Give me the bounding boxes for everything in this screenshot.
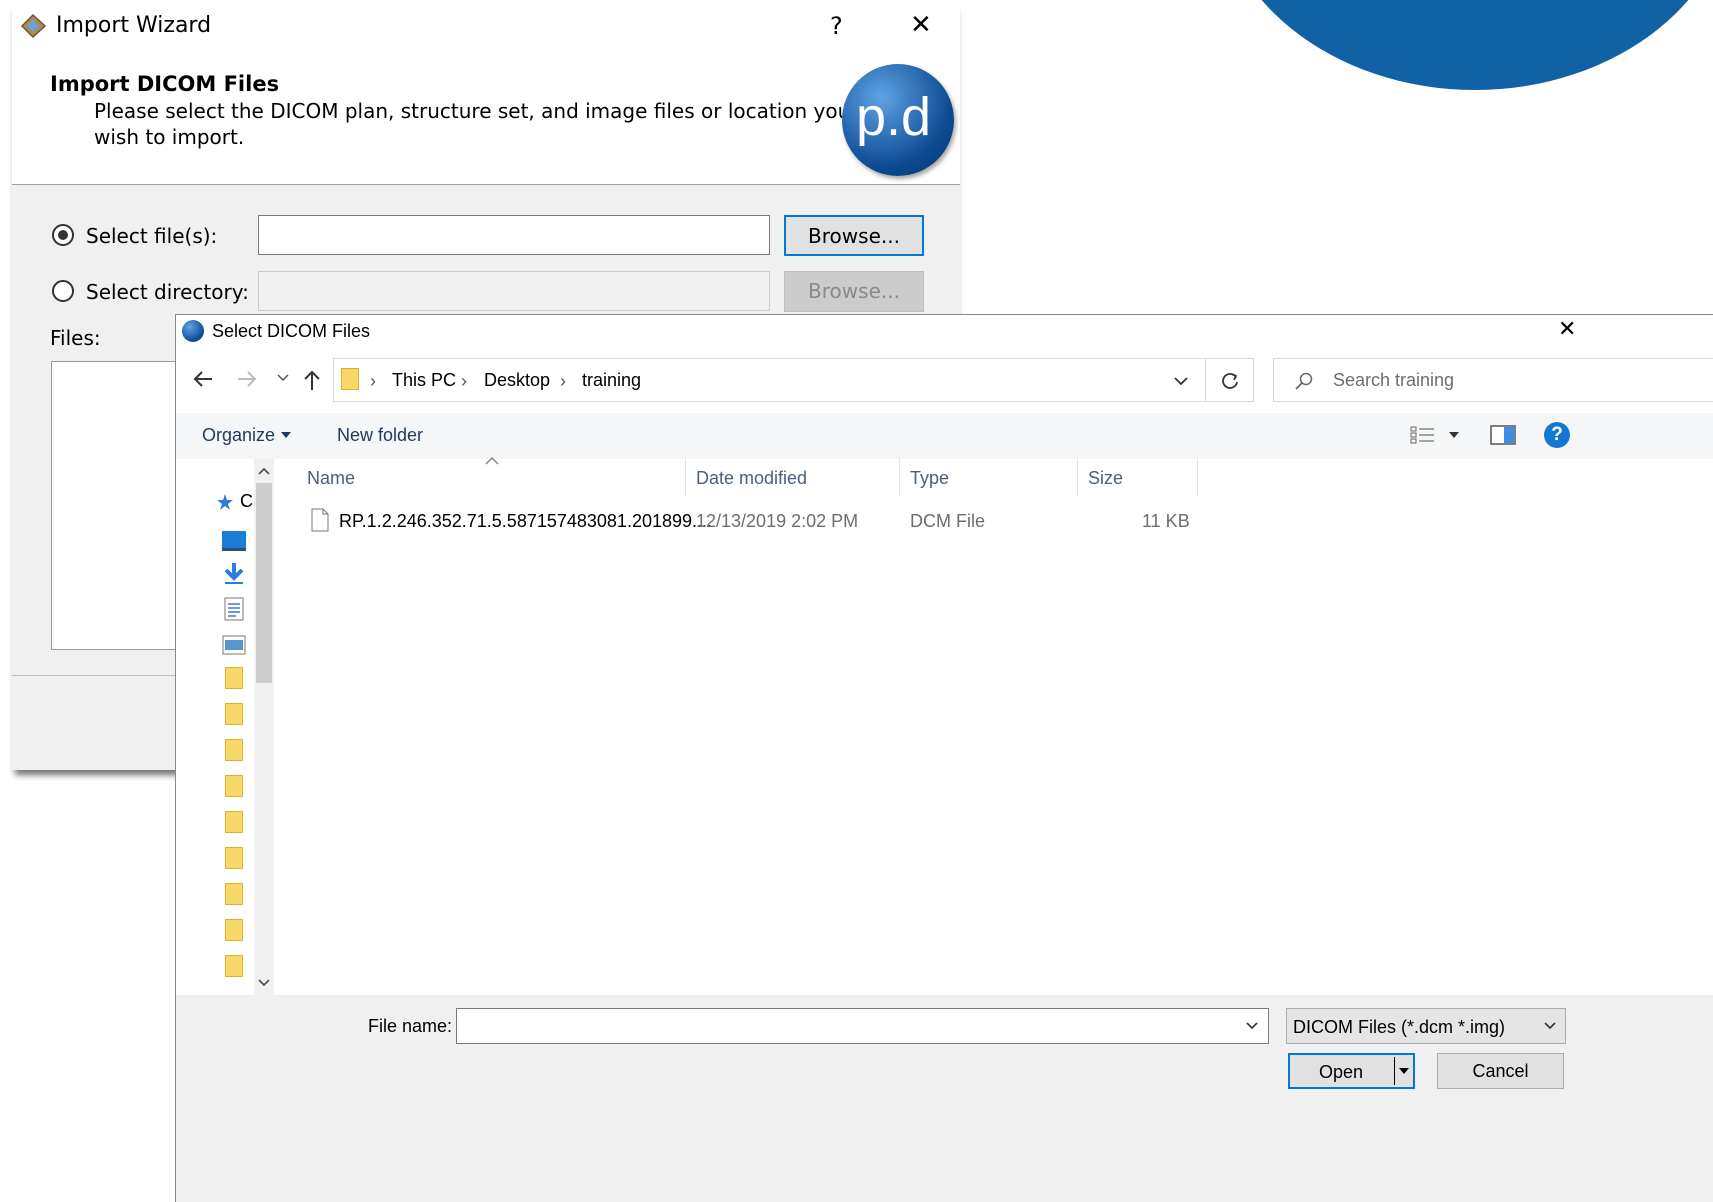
- folder-icon: [341, 368, 359, 390]
- address-bar[interactable]: › This PC › Desktop › training: [333, 358, 1254, 402]
- pictures-icon[interactable]: [222, 635, 246, 655]
- nav-scrollbar-thumb[interactable]: [256, 483, 272, 683]
- file-type-select[interactable]: DICOM Files (*.dcm *.img): [1286, 1008, 1566, 1044]
- view-options-icon[interactable]: [1410, 425, 1436, 445]
- new-folder-button[interactable]: New folder: [337, 425, 423, 446]
- table-row[interactable]: RP.1.2.246.352.71.5.587157483081.201899.…: [302, 503, 1198, 539]
- downloads-icon[interactable]: [222, 561, 246, 585]
- column-header-type[interactable]: Type: [910, 468, 949, 489]
- column-header-name[interactable]: Name: [307, 468, 355, 489]
- back-arrow-icon[interactable]: [192, 369, 214, 389]
- dropdown-chevron-icon[interactable]: [1398, 1067, 1410, 1075]
- organize-button[interactable]: Organize: [202, 425, 275, 446]
- wizard-description-line1: Please select the DICOM plan, structure …: [94, 99, 851, 123]
- folder-icon[interactable]: [225, 703, 243, 725]
- up-arrow-icon[interactable]: [302, 369, 322, 391]
- select-directory-input[interactable]: [258, 271, 770, 311]
- select-dicom-files-dialog: Select DICOM Files ✕ › This PC › Desktop…: [175, 314, 1713, 1202]
- nav-scrollbar[interactable]: [254, 459, 274, 995]
- select-files-radio[interactable]: [52, 224, 74, 246]
- folder-icon[interactable]: [225, 775, 243, 797]
- dropdown-chevron-icon[interactable]: [1245, 1021, 1259, 1031]
- dialog-title: Select DICOM Files: [212, 321, 371, 341]
- select-files-input[interactable]: [258, 215, 770, 255]
- chevron-right-icon: ›: [370, 371, 376, 391]
- chevron-right-icon: ›: [461, 371, 467, 391]
- quick-access-star-icon[interactable]: [216, 493, 234, 511]
- open-button[interactable]: Open: [1288, 1053, 1415, 1089]
- pd-small-app-icon: [182, 320, 204, 342]
- dropdown-chevron-icon[interactable]: [1173, 375, 1189, 387]
- search-box[interactable]: Search training: [1273, 358, 1713, 402]
- select-files-label: Select file(s):: [86, 224, 218, 248]
- sort-up-icon: [485, 457, 499, 465]
- file-date-cell: 12/13/2019 2:02 PM: [696, 511, 859, 531]
- import-wizard-app-icon: [20, 13, 47, 39]
- wizard-title: Import Wizard: [56, 13, 212, 38]
- select-directory-label: Select directory:: [86, 280, 249, 304]
- folder-icon[interactable]: [225, 739, 243, 761]
- recent-locations-chevron-icon[interactable]: [276, 373, 290, 383]
- column-header-date[interactable]: Date modified: [696, 468, 807, 489]
- file-name-cell: RP.1.2.246.352.71.5.587157483081.201899.…: [339, 511, 713, 531]
- help-icon[interactable]: ?: [830, 12, 843, 40]
- nav-quick-access-label[interactable]: C: [240, 491, 253, 512]
- desktop-icon[interactable]: [222, 531, 246, 551]
- search-placeholder: Search training: [1333, 370, 1455, 390]
- breadcrumb-this-pc[interactable]: This PC: [392, 370, 456, 391]
- documents-icon[interactable]: [224, 597, 244, 621]
- dropdown-chevron-icon: [1544, 1022, 1556, 1030]
- files-label: Files:: [50, 326, 101, 350]
- files-listbox[interactable]: [51, 361, 191, 650]
- dialog-toolbar: Organize New folder ?: [176, 413, 1713, 459]
- wizard-heading: Import DICOM Files: [50, 72, 280, 96]
- scroll-down-icon[interactable]: [258, 979, 270, 987]
- file-type-cell: DCM File: [910, 511, 985, 531]
- file-icon: [311, 508, 329, 532]
- dialog-close-icon[interactable]: ✕: [1558, 317, 1576, 342]
- folder-icon[interactable]: [225, 847, 243, 869]
- dropdown-chevron-icon[interactable]: [1448, 431, 1460, 439]
- dialog-bottom-panel: File name: DICOM Files (*.dcm *.img) Ope…: [176, 995, 1713, 1202]
- wizard-titlebar: Import Wizard ? ✕: [12, 0, 960, 54]
- browse-files-button[interactable]: Browse...: [784, 215, 924, 256]
- search-icon: [1295, 372, 1313, 390]
- refresh-icon[interactable]: [1220, 371, 1240, 391]
- breadcrumb-desktop[interactable]: Desktop: [484, 370, 550, 391]
- navigation-pane: C: [176, 459, 276, 995]
- breadcrumb-training[interactable]: training: [582, 370, 641, 391]
- select-directory-radio[interactable]: [52, 280, 74, 302]
- folder-icon[interactable]: [225, 883, 243, 905]
- folder-icon[interactable]: [225, 667, 243, 689]
- pd-logo-icon: p.d: [842, 64, 954, 176]
- chevron-right-icon: ›: [560, 371, 566, 391]
- scroll-up-icon[interactable]: [258, 467, 270, 475]
- file-name-label: File name:: [368, 1016, 453, 1036]
- forward-arrow-icon[interactable]: [236, 369, 258, 389]
- browse-directory-button[interactable]: Browse...: [784, 271, 924, 312]
- file-size-cell: 11 KB: [1142, 511, 1190, 531]
- close-icon[interactable]: ✕: [910, 10, 932, 40]
- wizard-description-line2: wish to import.: [94, 125, 245, 149]
- help-circle-icon[interactable]: ?: [1544, 422, 1570, 448]
- file-name-input[interactable]: [456, 1008, 1269, 1044]
- dropdown-chevron-icon: [281, 432, 291, 438]
- decorative-blue-arc: [1215, 0, 1713, 90]
- folder-icon[interactable]: [225, 811, 243, 833]
- column-header-size[interactable]: Size: [1088, 468, 1123, 489]
- wizard-header: Import DICOM Files Please select the DIC…: [12, 54, 960, 185]
- folder-icon[interactable]: [225, 955, 243, 977]
- cancel-button[interactable]: Cancel: [1437, 1053, 1564, 1089]
- folder-icon[interactable]: [225, 919, 243, 941]
- preview-pane-icon[interactable]: [1490, 424, 1516, 446]
